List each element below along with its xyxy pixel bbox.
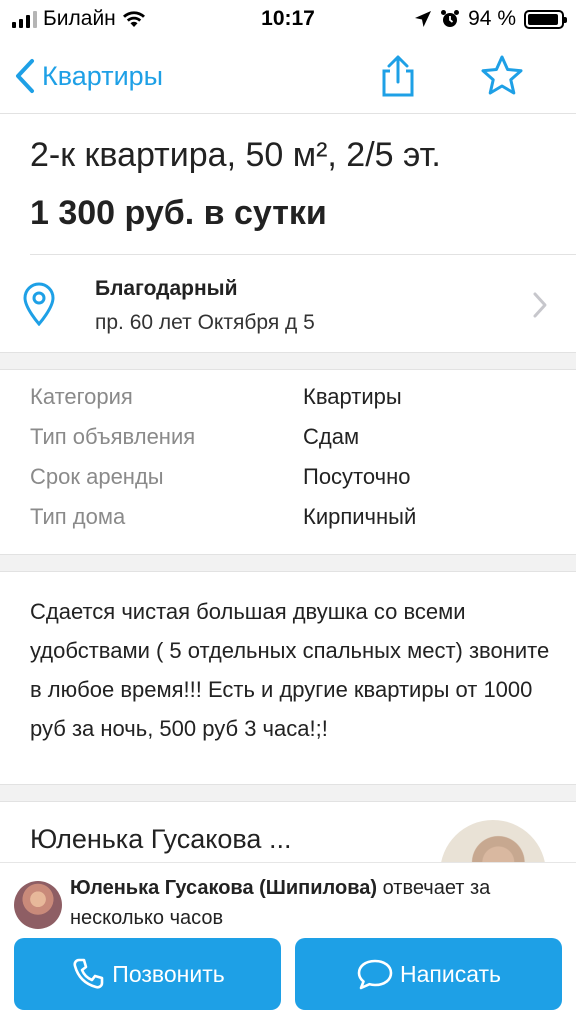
- seller-name[interactable]: Юленька Гусакова ...: [30, 824, 291, 855]
- nav-bar: Квартиры: [0, 40, 576, 114]
- battery-percent: 94 %: [468, 7, 516, 30]
- listing-price: 1 300 руб. в сутки: [30, 194, 327, 232]
- chevron-left-icon: [16, 59, 34, 93]
- listing-description: Сдается чистая большая двушка со всеми у…: [30, 599, 550, 741]
- location-arrow-icon: [415, 11, 432, 27]
- section-gap: [0, 352, 576, 370]
- share-button[interactable]: [376, 54, 420, 98]
- battery-icon: [524, 9, 567, 29]
- address-row[interactable]: Благодарный пр. 60 лет Октября д 5: [0, 255, 576, 352]
- phone-icon: [73, 958, 104, 989]
- param-value: Кирпичный: [303, 504, 417, 529]
- address-district: Благодарный: [95, 277, 238, 300]
- param-value: Посуточно: [303, 464, 411, 489]
- listing-title: 2-к квартира, 50 м², 2/5 эт.: [30, 136, 441, 174]
- write-label: Написать: [399, 960, 501, 987]
- contact-panel: Юленька Гусакова (Шипилова) отвечает за …: [0, 862, 576, 1024]
- seller-full-name: Юленька Гусакова (Шипилова): [70, 877, 378, 899]
- address-street: пр. 60 лет Октября д 5: [95, 311, 315, 334]
- reply-info: Юленька Гусакова (Шипилова) отвечает за …: [70, 873, 570, 933]
- write-button[interactable]: Написать: [295, 938, 562, 1010]
- param-row: Тип объявления Сдам: [0, 424, 576, 464]
- param-label: Категория: [30, 384, 133, 409]
- param-row: Тип дома Кирпичный: [0, 504, 576, 544]
- param-value: Квартиры: [303, 384, 402, 409]
- battery-fill: [528, 13, 559, 25]
- back-label: Квартиры: [42, 60, 164, 91]
- map-pin-icon: [23, 282, 55, 326]
- favorite-button[interactable]: [480, 54, 524, 98]
- section-gap: [0, 784, 576, 802]
- status-bar: Билайн 10:17 94 %: [0, 0, 576, 40]
- param-row: Срок аренды Посуточно: [0, 464, 576, 504]
- param-value: Сдам: [303, 424, 360, 449]
- param-row: Категория Квартиры: [0, 384, 576, 424]
- avatar: [14, 881, 62, 929]
- call-label: Позвонить: [112, 960, 225, 987]
- param-label: Срок аренды: [30, 464, 164, 489]
- status-right: 94 %: [414, 7, 567, 31]
- alarm-icon: [441, 10, 460, 27]
- call-button[interactable]: Позвонить: [14, 938, 281, 1010]
- back-button[interactable]: Квартиры: [14, 58, 163, 94]
- share-icon: [382, 55, 414, 97]
- section-gap: [0, 554, 576, 572]
- param-label: Тип объявления: [30, 424, 196, 449]
- param-label: Тип дома: [30, 504, 126, 529]
- star-icon: [481, 55, 523, 95]
- chevron-right-icon: [533, 292, 547, 318]
- chat-bubble-icon: [357, 959, 393, 990]
